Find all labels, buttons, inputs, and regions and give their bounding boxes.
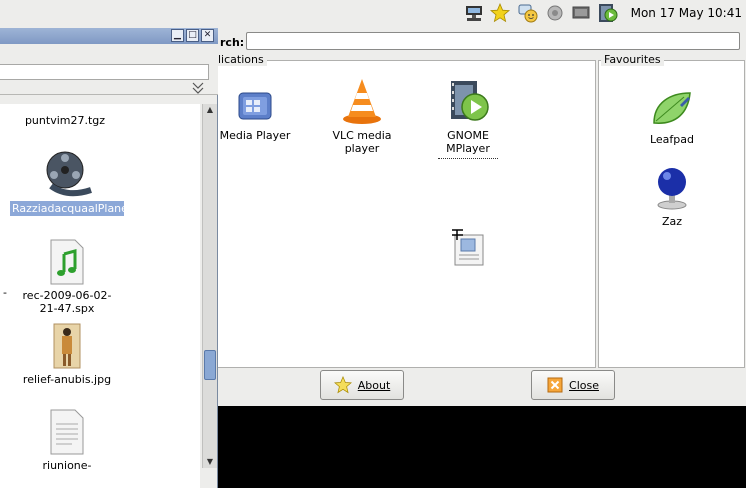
scrollbar-thumb[interactable] bbox=[204, 350, 216, 380]
fav-zaz[interactable]: Zaz bbox=[627, 165, 717, 228]
network-icon[interactable] bbox=[464, 3, 484, 23]
vlc-cone-icon bbox=[343, 79, 381, 124]
search-label: rch: bbox=[220, 36, 245, 49]
app-label: GNOME MPlayer bbox=[438, 129, 498, 159]
file-name: RazziadacquaalPlanetario.flv bbox=[10, 201, 171, 216]
file-item[interactable]: rec-2009-06-02-21-47.spx bbox=[14, 238, 120, 315]
display-icon[interactable] bbox=[571, 3, 591, 23]
audio-file-icon bbox=[50, 239, 84, 285]
zaz-icon bbox=[657, 168, 687, 210]
minimize-button[interactable]: ▁ bbox=[171, 29, 184, 42]
star-icon[interactable] bbox=[490, 3, 510, 23]
vertical-scrollbar[interactable]: ▲ ▼ bbox=[202, 104, 217, 468]
file-item-selected[interactable]: RazziadacquaalPlanetario.flv bbox=[10, 150, 171, 216]
app-media-player[interactable]: Media Player bbox=[218, 89, 292, 142]
drag-document-icon bbox=[452, 229, 484, 266]
cut-off-marker: - bbox=[3, 286, 7, 299]
file-item[interactable]: puntvim27.tgz bbox=[10, 114, 120, 127]
close-label: Close bbox=[569, 378, 599, 392]
app-label: VLC media player bbox=[332, 129, 392, 155]
title-bar[interactable]: ▁ □ ✕ bbox=[0, 28, 218, 44]
gnome-mplayer-icon bbox=[451, 81, 489, 121]
applications-frame: Media Player VLC media player GNOME MPla… bbox=[218, 60, 596, 368]
top-panel: Mon 17 May 10:41 bbox=[0, 0, 746, 28]
file-item[interactable]: relief-anubis.jpg bbox=[14, 322, 120, 386]
file-view[interactable]: puntvim27.tgz RazziadacquaalPlanetario.f… bbox=[0, 104, 200, 488]
star-icon bbox=[333, 376, 352, 394]
messenger-icon[interactable] bbox=[518, 3, 538, 23]
about-button[interactable]: About bbox=[320, 370, 404, 400]
fav-leafpad[interactable]: Leafpad bbox=[627, 89, 717, 146]
app-gnome-mplayer[interactable]: GNOME MPlayer bbox=[418, 79, 518, 159]
file-name: relief-anubis.jpg bbox=[22, 373, 112, 386]
search-input[interactable] bbox=[246, 32, 740, 50]
film-reel-icon bbox=[46, 151, 92, 197]
maximize-button[interactable]: □ bbox=[186, 29, 199, 42]
app-label: Media Player bbox=[219, 129, 291, 142]
favourites-title: Favourites bbox=[601, 53, 664, 66]
about-label: About bbox=[357, 378, 391, 392]
scroll-down-arrow[interactable]: ▼ bbox=[204, 456, 216, 468]
file-name: riunione- bbox=[42, 459, 92, 472]
launcher-window: rch: Media Player VLC media player GNOME… bbox=[218, 28, 746, 408]
media-player-icon bbox=[238, 92, 272, 120]
app-vlc[interactable]: VLC media player bbox=[322, 77, 402, 155]
clock[interactable]: Mon 17 May 10:41 bbox=[631, 6, 742, 20]
media-player-icon[interactable] bbox=[598, 3, 618, 23]
close-window-button[interactable]: ✕ bbox=[201, 29, 214, 42]
close-icon bbox=[547, 377, 563, 393]
file-name: rec-2009-06-02-21-47.spx bbox=[22, 289, 112, 315]
file-name: puntvim27.tgz bbox=[24, 114, 106, 127]
window-edge bbox=[218, 406, 746, 408]
leafpad-icon bbox=[653, 92, 691, 124]
text-document-icon bbox=[50, 409, 84, 455]
scroll-up-arrow[interactable]: ▲ bbox=[204, 104, 216, 116]
location-bar[interactable] bbox=[0, 64, 209, 80]
applications-title: lications bbox=[218, 53, 267, 66]
close-button[interactable]: Close bbox=[531, 370, 615, 400]
file-item[interactable]: riunione- bbox=[14, 408, 120, 472]
image-thumbnail-icon bbox=[53, 323, 81, 369]
favourites-frame: Leafpad Zaz bbox=[598, 60, 745, 368]
app-label: Leafpad bbox=[649, 133, 695, 146]
zoom-icon[interactable] bbox=[190, 80, 206, 96]
toolbar bbox=[0, 44, 218, 95]
sound-icon[interactable] bbox=[545, 3, 565, 23]
file-manager-window: ▁ □ ✕ puntvim27.tgz RazziadacquaalPlanet… bbox=[0, 28, 218, 488]
app-label: Zaz bbox=[661, 215, 683, 228]
